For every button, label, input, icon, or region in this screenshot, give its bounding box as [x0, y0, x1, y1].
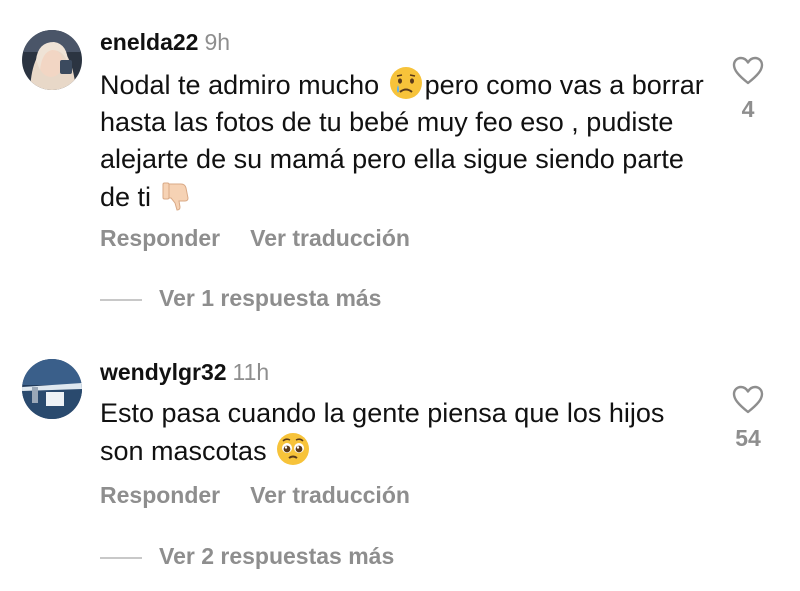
crying-face-icon: [389, 66, 423, 100]
like-control: 4: [730, 56, 766, 123]
replies-divider: [100, 298, 142, 301]
comment-actions: Responder Ver traducción: [100, 482, 410, 509]
thumbs-down-icon: [161, 178, 195, 212]
translate-button[interactable]: Ver traducción: [250, 225, 410, 251]
translate-button[interactable]: Ver traducción: [250, 482, 410, 508]
like-count: 54: [735, 425, 761, 451]
pleading-face-icon: [276, 432, 310, 466]
comment-text: Nodal te admiro mucho pero como vas a bo…: [100, 66, 710, 216]
comment-header: wendylgr32 11h: [100, 359, 269, 386]
reply-button[interactable]: Responder: [100, 225, 220, 251]
like-count: 4: [741, 96, 755, 122]
avatar-wendylgr32[interactable]: [22, 359, 82, 419]
heart-icon[interactable]: [732, 56, 764, 86]
comment-text: Esto pasa cuando la gente piensa que los…: [100, 398, 665, 466]
username[interactable]: wendylgr32: [100, 359, 227, 385]
comment-actions: Responder Ver traducción: [100, 225, 410, 252]
view-replies-button[interactable]: Ver 1 respuesta más: [100, 285, 381, 312]
avatar-enelda22[interactable]: [22, 30, 82, 90]
view-replies-button[interactable]: Ver 2 respuestas más: [100, 543, 394, 570]
timestamp: 9h: [204, 29, 231, 55]
like-control: 54: [730, 385, 766, 452]
replies-divider: [100, 556, 142, 559]
username[interactable]: enelda22: [100, 29, 198, 55]
view-replies-label: Ver 2 respuestas más: [159, 543, 395, 569]
reply-button[interactable]: Responder: [100, 482, 220, 508]
view-replies-label: Ver 1 respuesta más: [159, 285, 382, 311]
comment-header: enelda22 9h: [100, 29, 230, 56]
heart-icon[interactable]: [732, 385, 764, 415]
timestamp: 11h: [232, 359, 270, 385]
